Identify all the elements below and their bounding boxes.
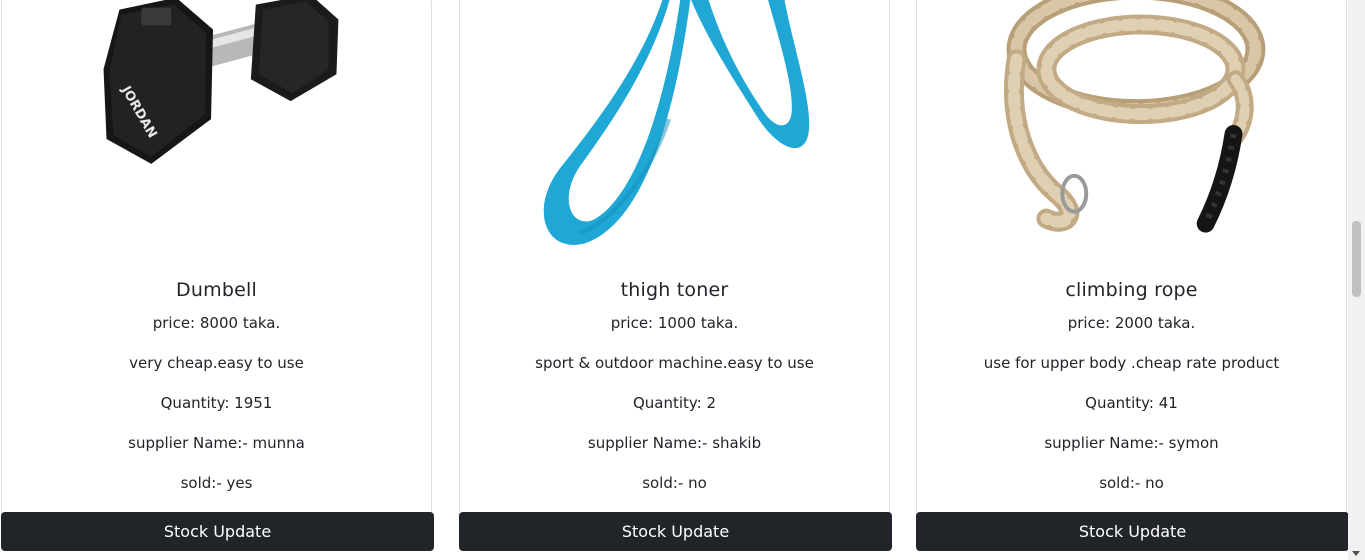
product-supplier: supplier Name:- shakib (587, 434, 762, 452)
product-sold: sold:- no (1099, 474, 1164, 492)
stock-update-button[interactable]: Stock Update (916, 512, 1349, 551)
stock-update-button[interactable]: Stock Update (459, 512, 892, 551)
product-card: thigh toner price: 1000 taka. sport & ou… (459, 0, 892, 551)
stock-update-button[interactable]: Stock Update (1, 512, 434, 551)
climbing-rope-image (917, 0, 1346, 269)
product-description: use for upper body .cheap rate product (983, 354, 1280, 372)
dumbbell-image: JORDAN (2, 0, 431, 269)
product-price: price: 2000 taka. (1067, 314, 1196, 332)
product-title: thigh toner (620, 279, 729, 301)
scroll-down-arrow-icon[interactable] (1352, 551, 1360, 556)
product-description: sport & outdoor machine.easy to use (535, 354, 814, 372)
product-quantity: Quantity: 41 (1085, 394, 1178, 412)
page-scrollbar[interactable] (1348, 0, 1365, 560)
product-sold: sold:- no (642, 474, 707, 492)
product-title: Dumbell (176, 279, 257, 301)
product-supplier: supplier Name:- symon (1044, 434, 1219, 452)
product-quantity: Quantity: 1951 (160, 394, 273, 412)
product-card: JORDAN Dumbell price: 8000 taka. very ch… (1, 0, 434, 551)
product-sold: sold:- yes (180, 474, 253, 492)
product-title: climbing rope (1065, 279, 1198, 301)
product-price: price: 8000 taka. (152, 314, 281, 332)
product-supplier: supplier Name:- munna (128, 434, 305, 452)
scrollbar-thumb[interactable] (1352, 221, 1361, 297)
product-quantity: Quantity: 2 (632, 394, 717, 412)
thigh-toner-image (460, 0, 889, 269)
product-price: price: 1000 taka. (610, 314, 739, 332)
product-card: climbing rope price: 2000 taka. use for … (916, 0, 1349, 551)
product-description: very cheap.easy to use (129, 354, 304, 372)
